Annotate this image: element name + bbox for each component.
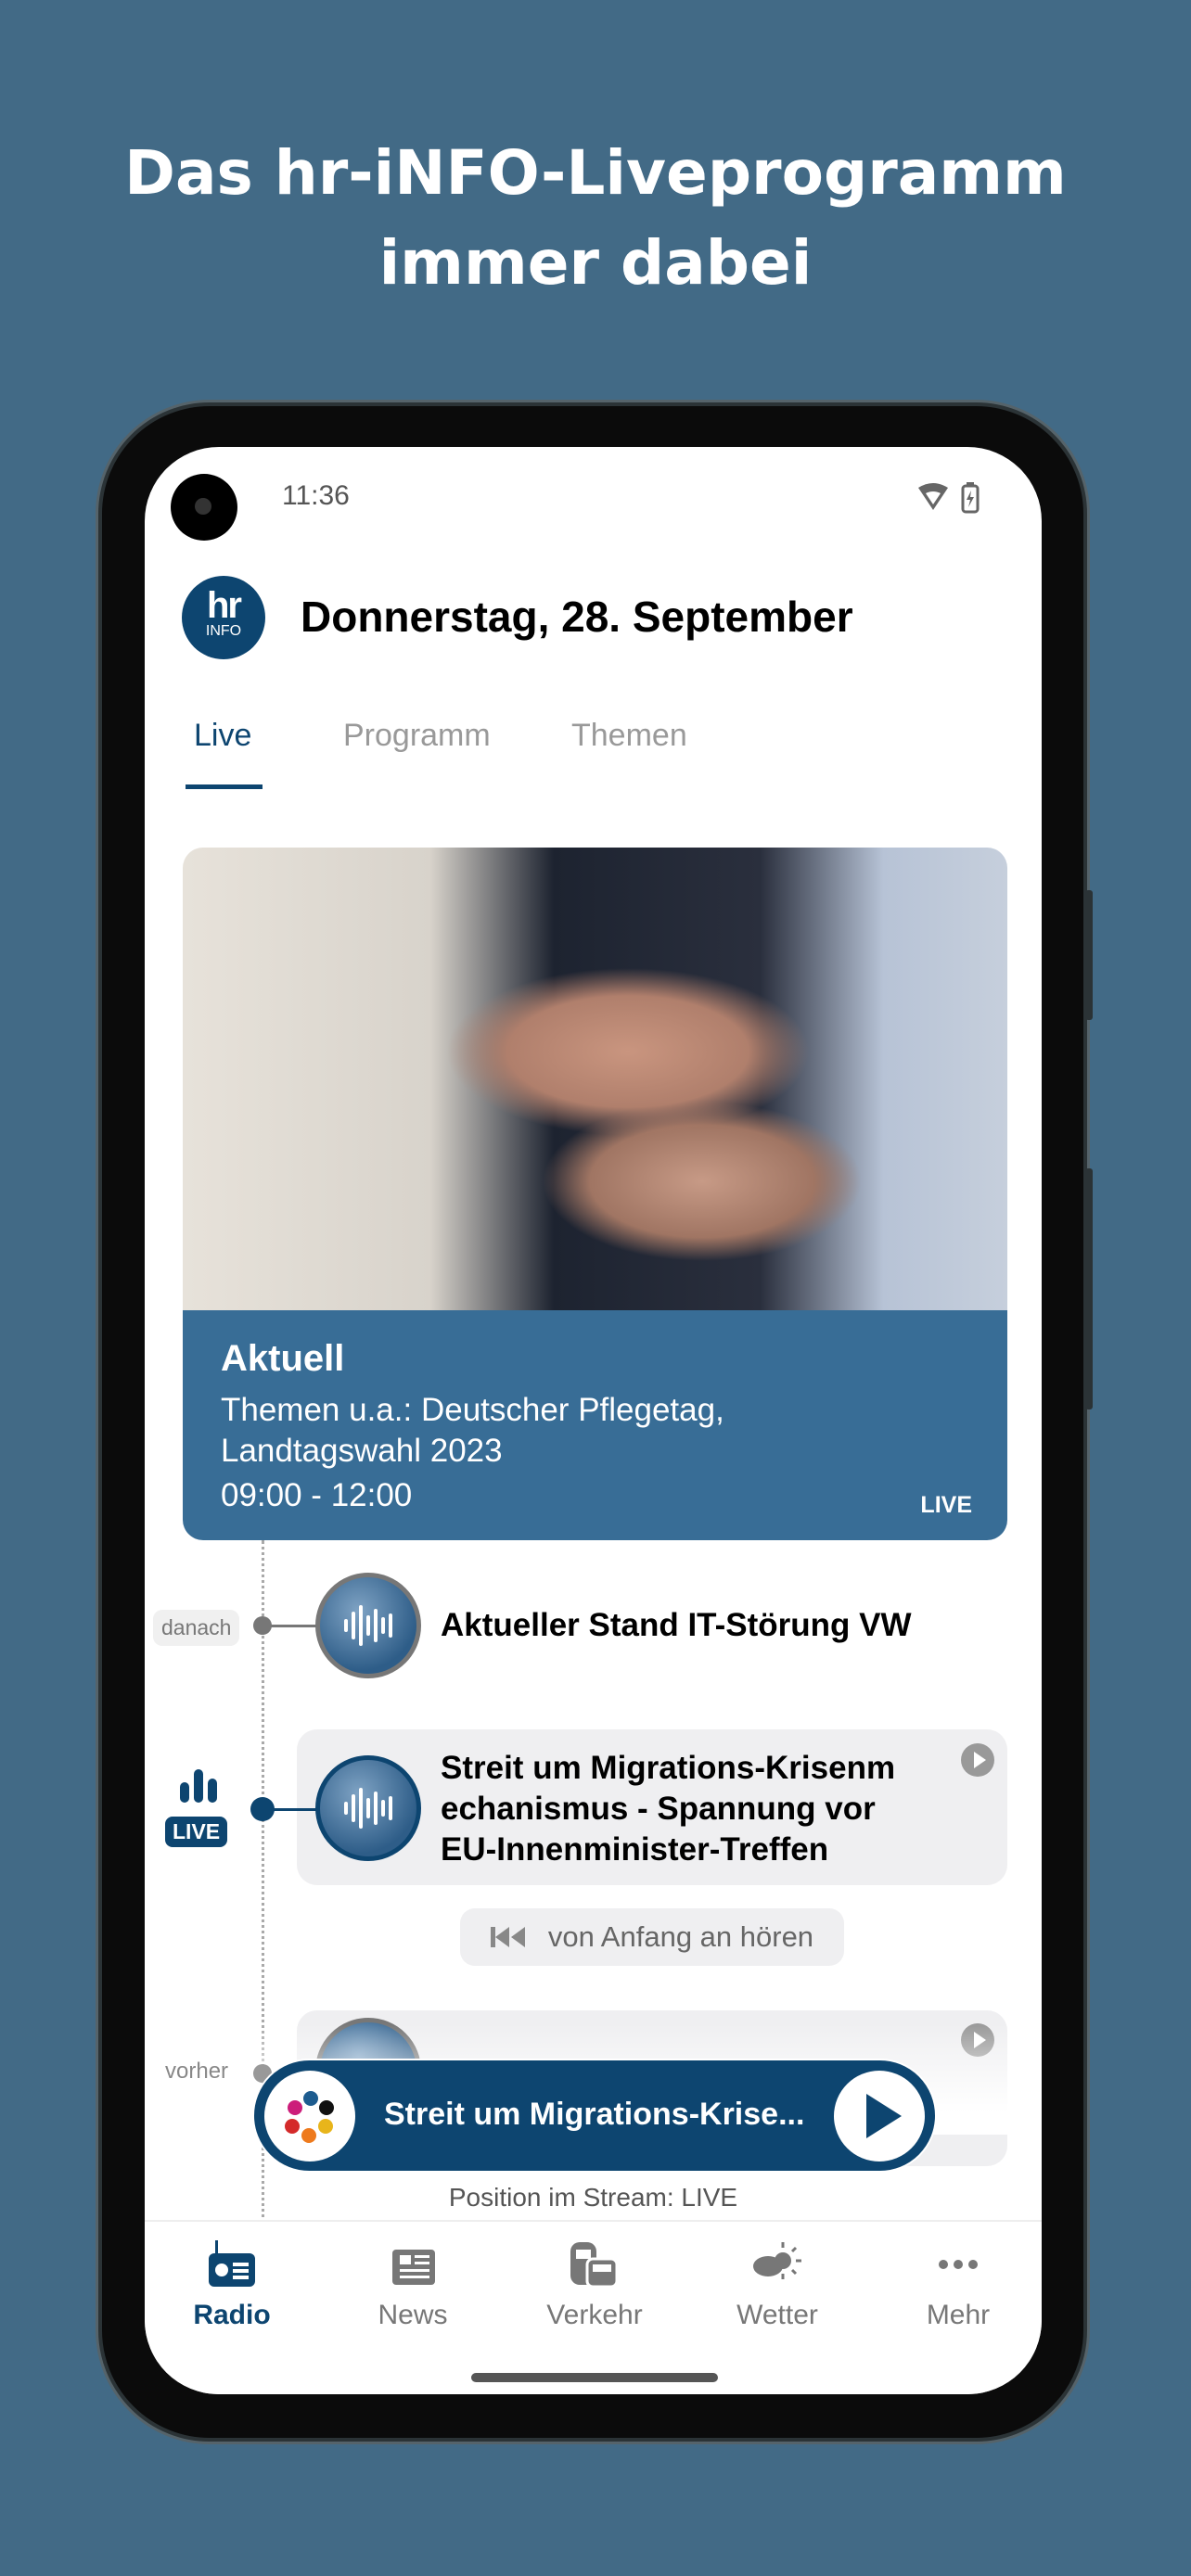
show-subtitle: Themen u.a.: Deutscher Pflegetag, Landta… [221, 1392, 724, 1469]
tab-programm[interactable]: Programm [343, 718, 491, 754]
tab-indicator [186, 784, 263, 789]
stream-position: Position im Stream: LIVE [448, 2183, 738, 2212]
weather-icon [753, 2242, 801, 2279]
nav-label: Wetter [736, 2300, 818, 2330]
show-info-panel: Aktuell Themen u.a.: Deutscher Pflegetag… [183, 1310, 1007, 1540]
live-badge: LIVE [920, 1492, 972, 1518]
power-button [1085, 1168, 1093, 1409]
timeline-label-previous: vorher [165, 2059, 229, 2084]
hr-dots-icon [285, 2091, 334, 2143]
mini-player[interactable]: Streit um Migrations-Krise... [254, 2060, 935, 2171]
skip-back-icon [490, 1927, 525, 1947]
bottom-navigation: Radio News Verkehr Wetter Mehr [145, 2220, 1042, 2394]
traffic-icon [570, 2242, 619, 2289]
headline-line-2: immer dabei [378, 227, 813, 299]
tab-themen[interactable]: Themen [571, 718, 687, 754]
station-logo [264, 2071, 355, 2162]
radio-icon [209, 2240, 255, 2287]
nav-news[interactable]: News [339, 2240, 487, 2331]
wifi-battery-icon [918, 482, 980, 514]
nav-mehr[interactable]: Mehr [884, 2240, 1032, 2331]
nav-label: Verkehr [546, 2300, 643, 2330]
headline-line-1: Das hr-iNFO-Liveprogramm [124, 137, 1067, 209]
nav-wetter[interactable]: Wetter [703, 2240, 852, 2331]
logo-text-info: INFO [205, 623, 242, 639]
player-title: Streit um Migrations-Krise... [384, 2097, 805, 2132]
restart-button[interactable]: von Anfang an hören [460, 1908, 844, 1966]
current-show-card[interactable]: Aktuell Themen u.a.: Deutscher Pflegetag… [183, 848, 1007, 1540]
audio-wave-icon [315, 1755, 421, 1861]
status-time: 11:36 [282, 480, 350, 511]
page-title: Donnerstag, 28. September [301, 593, 853, 641]
audio-wave-icon [315, 1573, 421, 1678]
live-item-title: Streit um Migrations-Krisenm echanismus … [441, 1750, 896, 1868]
more-icon [939, 2260, 978, 2269]
timeline-connector [265, 1625, 321, 1627]
next-item-title[interactable]: Aktueller Stand IT-Störung VW [441, 1605, 912, 1646]
nav-label: Mehr [926, 2300, 991, 2330]
tab-live[interactable]: Live [194, 718, 251, 754]
player-play-button[interactable] [834, 2071, 925, 2162]
show-title: Aktuell [221, 1338, 345, 1379]
promo-headline: Das hr-iNFO-Liveprogramm immer dabei [0, 128, 1191, 308]
hr-info-logo: hr INFO [182, 576, 265, 659]
show-image [183, 848, 1007, 1310]
home-indicator[interactable] [471, 2373, 718, 2382]
nav-radio[interactable]: Radio [158, 2240, 306, 2331]
restart-label: von Anfang an hören [547, 1920, 814, 1953]
show-time: 09:00 - 12:00 [221, 1477, 413, 1513]
live-equalizer-icon [180, 1769, 217, 1803]
nav-verkehr[interactable]: Verkehr [520, 2240, 669, 2331]
nav-label: News [378, 2300, 448, 2330]
timeline-connector-live [265, 1808, 321, 1811]
timeline-label-next: danach [153, 1610, 240, 1646]
phone-screen: 11:36 hr INFO Donnerstag, 28. September … [145, 447, 1042, 2394]
live-label-badge: LIVE [165, 1817, 228, 1847]
volume-button [1085, 890, 1093, 1020]
logo-text-hr: hr [207, 585, 242, 626]
nav-label: Radio [193, 2300, 271, 2330]
play-icon[interactable] [961, 1743, 994, 1777]
newspaper-icon [392, 2250, 435, 2285]
camera-cutout [171, 474, 237, 541]
